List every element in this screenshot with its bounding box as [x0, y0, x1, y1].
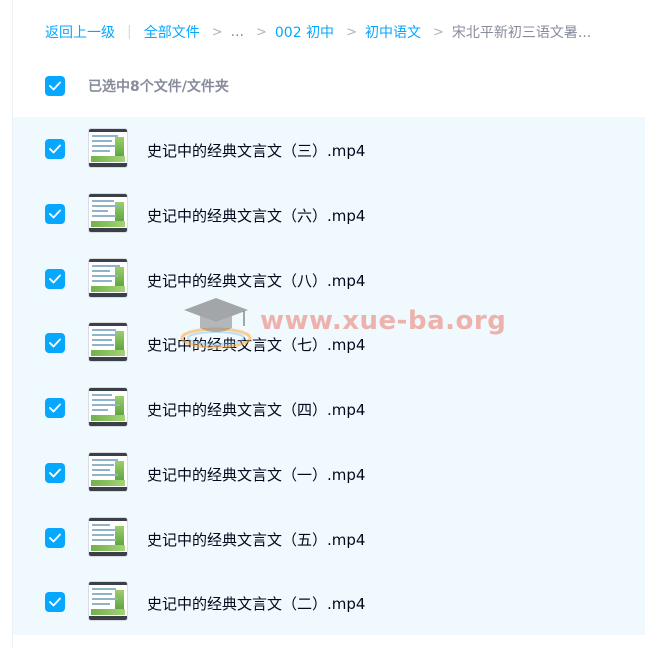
- breadcrumb-item-middle-school[interactable]: 002 初中: [275, 22, 334, 42]
- file-row[interactable]: 史记中的经典文言文（八）.mp4: [13, 247, 645, 312]
- checkmark-icon: [49, 81, 61, 91]
- file-row[interactable]: 史记中的经典文言文（四）.mp4: [13, 376, 645, 441]
- selection-summary: 已选中8个文件/文件夹: [88, 79, 229, 95]
- checkmark-icon: [49, 209, 61, 219]
- file-name[interactable]: 史记中的经典文言文（七）.mp4: [147, 334, 365, 355]
- select-all-checkbox[interactable]: [45, 76, 65, 96]
- checkmark-icon: [49, 338, 61, 348]
- file-row[interactable]: 史记中的经典文言文（二）.mp4: [13, 570, 645, 635]
- chevron-right-icon: >: [346, 24, 357, 40]
- file-checkbox[interactable]: [45, 462, 65, 483]
- file-checkbox[interactable]: [45, 139, 65, 159]
- file-checkbox[interactable]: [45, 398, 65, 418]
- file-row[interactable]: 史记中的经典文言文（一）.mp4: [13, 441, 645, 506]
- breadcrumb-item-current: 宋北平新初三语文暑...: [451, 25, 592, 41]
- file-checkbox[interactable]: [45, 203, 65, 224]
- video-thumbnail[interactable]: [88, 322, 128, 363]
- chevron-right-icon: >: [255, 24, 267, 40]
- video-thumbnail[interactable]: [88, 581, 128, 622]
- file-checkbox[interactable]: [45, 527, 65, 548]
- chevron-right-icon: >: [211, 24, 223, 40]
- breadcrumb-item-ellipsis[interactable]: ...: [231, 24, 244, 40]
- video-thumbnail[interactable]: [88, 451, 128, 492]
- breadcrumb-item-all-files[interactable]: 全部文件: [144, 22, 200, 42]
- video-thumbnail[interactable]: [88, 257, 128, 298]
- file-checkbox[interactable]: [45, 333, 65, 354]
- video-thumbnail[interactable]: [88, 387, 128, 427]
- back-link[interactable]: 返回上一级: [45, 22, 115, 42]
- chevron-right-icon: >: [432, 24, 444, 40]
- checkmark-icon: [49, 144, 61, 154]
- checkmark-icon: [49, 533, 61, 542]
- file-name[interactable]: 史记中的经典文言文（八）.mp4: [147, 270, 365, 291]
- video-thumbnail[interactable]: [88, 128, 128, 168]
- file-checkbox[interactable]: [45, 592, 65, 613]
- file-row[interactable]: 史记中的经典文言文（五）.mp4: [13, 506, 645, 571]
- file-name[interactable]: 史记中的经典文言文（四）.mp4: [147, 399, 365, 420]
- breadcrumb: 返回上一级 | 全部文件 > ... > 002 初中 > 初中语文 > 宋北平…: [45, 20, 591, 44]
- checkmark-icon: [49, 274, 61, 283]
- file-row[interactable]: 史记中的经典文言文（六）.mp4: [13, 182, 645, 247]
- checkmark-icon: [49, 597, 61, 607]
- file-name[interactable]: 史记中的经典文言文（一）.mp4: [147, 464, 365, 485]
- video-thumbnail[interactable]: [88, 516, 128, 557]
- breadcrumb-item-chinese[interactable]: 初中语文: [365, 22, 421, 42]
- select-all-bar: 已选中8个文件/文件夹: [45, 75, 229, 97]
- file-name[interactable]: 史记中的经典文言文（三）.mp4: [147, 140, 365, 161]
- breadcrumb-divider: |: [127, 24, 132, 40]
- file-name[interactable]: 史记中的经典文言文（六）.mp4: [147, 205, 365, 226]
- file-browser: 返回上一级 | 全部文件 > ... > 002 初中 > 初中语文 > 宋北平…: [0, 0, 645, 648]
- file-name[interactable]: 史记中的经典文言文（二）.mp4: [147, 593, 365, 614]
- file-row[interactable]: 史记中的经典文言文（三）.mp4: [13, 117, 645, 182]
- file-row[interactable]: 史记中的经典文言文（七）.mp4: [13, 311, 645, 376]
- file-checkbox[interactable]: [45, 268, 65, 289]
- file-list: 史记中的经典文言文（三）.mp4 史记中的经典文言文（六）.mp4 史记中的经典文言…: [13, 117, 645, 635]
- video-thumbnail[interactable]: [88, 192, 128, 233]
- file-name[interactable]: 史记中的经典文言文（五）.mp4: [147, 529, 365, 550]
- checkmark-icon: [49, 403, 61, 413]
- checkmark-icon: [49, 468, 61, 478]
